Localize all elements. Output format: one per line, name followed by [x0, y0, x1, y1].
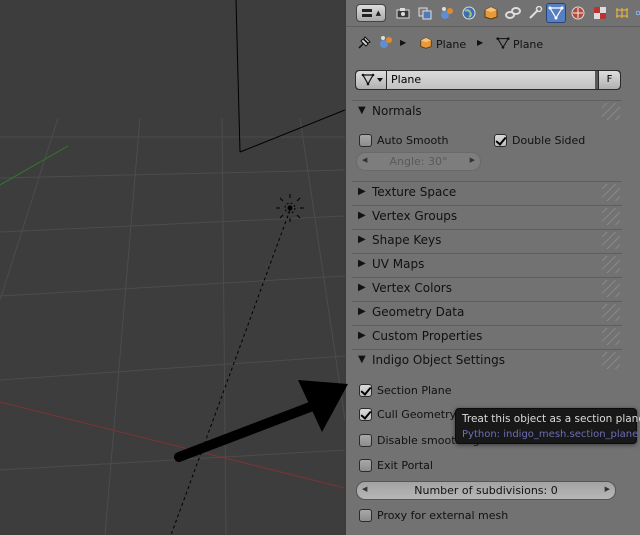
geometry-data-panel-header[interactable]: ▶ Geometry Data — [352, 301, 622, 323]
subdivisions-slider[interactable]: ◀ Number of subdivisions: 0 ▶ — [356, 481, 616, 500]
drag-grip-icon[interactable] — [602, 232, 620, 249]
drag-grip-icon[interactable] — [602, 103, 620, 120]
drag-grip-icon[interactable] — [602, 352, 620, 369]
pin-icon[interactable] — [356, 35, 372, 54]
auto-smooth-checkbox[interactable] — [359, 134, 372, 147]
proxy-external-mesh-checkbox[interactable] — [359, 509, 372, 522]
chevron-right-icon: ▶ — [477, 38, 484, 47]
custom-properties-title: Custom Properties — [372, 329, 483, 343]
normals-panel-header[interactable]: ▼ Normals — [352, 100, 622, 122]
modifiers-icon[interactable] — [525, 3, 545, 23]
double-sided-checkbox[interactable] — [494, 134, 507, 147]
triangle-right-icon: ▶ — [358, 234, 366, 245]
subdivisions-value: Number of subdivisions: 0 — [414, 484, 558, 497]
mesh-data-icon[interactable] — [546, 3, 566, 23]
drag-grip-icon[interactable] — [602, 304, 620, 321]
drag-grip-icon[interactable] — [602, 184, 620, 201]
drag-grip-icon[interactable] — [602, 208, 620, 225]
angle-value: Angle: 30° — [389, 155, 448, 168]
exit-portal-label: Exit Portal — [377, 459, 433, 472]
breadcrumb: ▶ Plane ▶ Plane — [346, 30, 640, 58]
world-icon[interactable] — [459, 3, 479, 23]
material-icon[interactable] — [568, 3, 588, 23]
vertex-groups-title: Vertex Groups — [372, 209, 458, 223]
triangle-right-icon: ▶ — [358, 186, 366, 197]
triangle-right-icon: ▶ — [358, 330, 366, 341]
triangle-right-icon: ▶ — [358, 210, 366, 221]
arrow-left-icon: ◀ — [362, 485, 368, 493]
constraints-icon[interactable] — [503, 3, 523, 23]
fake-user-button[interactable]: F — [598, 71, 620, 89]
render-layers-icon[interactable] — [415, 3, 435, 23]
drag-grip-icon[interactable] — [602, 328, 620, 345]
breadcrumb-mesh: Plane — [513, 38, 544, 51]
section-plane-label: Section Plane — [377, 384, 452, 397]
proxy-external-mesh-label: Proxy for external mesh — [377, 509, 509, 522]
particles-icon[interactable] — [612, 3, 632, 23]
vertex-colors-panel-header[interactable]: ▶ Vertex Colors — [352, 277, 622, 299]
cull-geometry-label: Cull Geometry — [377, 408, 457, 421]
tooltip-description: Treat this object as a section plane — [462, 413, 640, 425]
editor-type-menu-icon[interactable]: ▲ — [356, 4, 386, 22]
tooltip-python-path: Python: indigo_mesh.section_plane — [462, 429, 639, 440]
uv-maps-panel-header[interactable]: ▶ UV Maps — [352, 253, 622, 275]
mesh-browse-icon[interactable] — [356, 71, 387, 89]
render-icon[interactable] — [393, 3, 413, 23]
texture-space-panel-header[interactable]: ▶ Texture Space — [352, 181, 622, 203]
cull-geometry-checkbox[interactable] — [359, 408, 372, 421]
disable-smoothing-checkbox[interactable] — [359, 434, 372, 447]
uv-maps-title: UV Maps — [372, 257, 425, 271]
scene-icon[interactable] — [437, 3, 457, 23]
shape-keys-panel-header[interactable]: ▶ Shape Keys — [352, 229, 622, 251]
mesh-name-field[interactable]: Plane — [387, 71, 595, 89]
3d-viewport[interactable] — [0, 0, 345, 535]
drag-grip-icon[interactable] — [602, 280, 620, 297]
normals-title: Normals — [372, 104, 422, 118]
arrow-right-icon: ▶ — [469, 156, 475, 164]
properties-editor: ▲ ▶ Plane ▶ Plane Plane F ▼ Normals Auto… — [345, 0, 640, 535]
indigo-object-settings-title: Indigo Object Settings — [372, 353, 505, 367]
triangle-right-icon: ▶ — [358, 306, 366, 317]
object-data-icon — [419, 36, 433, 53]
triangle-right-icon: ▶ — [358, 258, 366, 269]
drag-grip-icon[interactable] — [602, 256, 620, 273]
mesh-data-icon — [496, 36, 510, 53]
triangle-down-icon: ▼ — [358, 105, 366, 116]
chevron-right-icon: ▶ — [400, 38, 407, 47]
custom-properties-panel-header[interactable]: ▶ Custom Properties — [352, 325, 622, 347]
geometry-data-title: Geometry Data — [372, 305, 465, 319]
texture-space-title: Texture Space — [372, 185, 457, 199]
indigo-object-settings-panel-header[interactable]: ▼ Indigo Object Settings — [352, 349, 622, 371]
triangle-down-icon: ▼ — [358, 354, 366, 365]
texture-icon[interactable] — [590, 3, 610, 23]
shape-keys-title: Shape Keys — [372, 233, 442, 247]
double-sided-label: Double Sided — [512, 134, 586, 147]
exit-portal-checkbox[interactable] — [359, 459, 372, 472]
angle-slider[interactable]: ◀ Angle: 30° ▶ — [356, 152, 481, 171]
vertex-colors-title: Vertex Colors — [372, 281, 452, 295]
mesh-datablock-selector: Plane F — [355, 70, 621, 90]
viewport-grid — [0, 0, 345, 535]
triangle-right-icon: ▶ — [358, 282, 366, 293]
properties-header: ▲ — [346, 0, 640, 27]
section-plane-checkbox[interactable] — [359, 384, 372, 397]
arrow-left-icon: ◀ — [362, 156, 368, 164]
object-icon[interactable] — [481, 3, 501, 23]
breadcrumb-object: Plane — [436, 38, 467, 51]
auto-smooth-label: Auto Smooth — [377, 134, 449, 147]
scene-icon — [378, 34, 394, 53]
vertex-groups-panel-header[interactable]: ▶ Vertex Groups — [352, 205, 622, 227]
tooltip: Treat this object as a section plane Pyt… — [455, 408, 640, 444]
arrow-right-icon: ▶ — [604, 485, 610, 493]
lamp-object-icon — [276, 194, 304, 222]
physics-icon[interactable] — [634, 3, 640, 23]
